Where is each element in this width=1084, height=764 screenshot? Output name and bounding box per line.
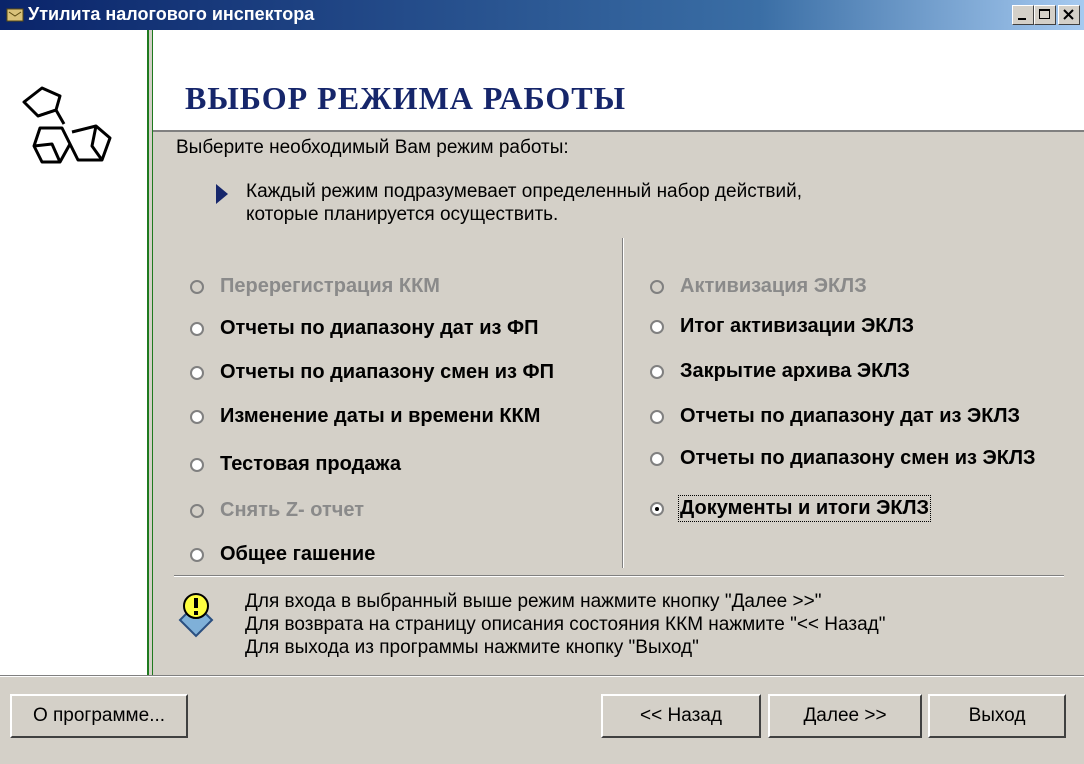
title-bar[interactable]: Утилита налогового инспектора (0, 0, 1084, 30)
radio-circle (190, 321, 204, 336)
wizard-content: ВЫБОР РЕЖИМА РАБОТЫ (0, 30, 1084, 675)
header-divider (153, 130, 1084, 132)
radio-label: Документы и итоги ЭКЛЗ (677, 495, 932, 522)
radio-label: Общее гашение (220, 543, 376, 565)
radio-circle (650, 319, 664, 334)
close-icon (1063, 9, 1074, 20)
radio-eklz-activation[interactable]: Активизация ЭКЛЗ (650, 275, 867, 298)
radio-label: Тестовая продажа (220, 453, 401, 475)
radio-eklz-archive-close[interactable]: Закрытие архива ЭКЛЗ (650, 360, 910, 383)
page-header: ВЫБОР РЕЖИМА РАБОТЫ (153, 30, 1084, 130)
instruction-text: Выберите необходимый Вам режим работы: (176, 137, 569, 158)
info-line-2: Для возврата на страницу описания состоя… (245, 614, 886, 635)
section-divider-highlight (174, 576, 1064, 577)
radio-eklz-date-reports[interactable]: Отчеты по диапазону дат из ЭКЛЗ (650, 405, 1020, 428)
minimize-button[interactable] (1012, 5, 1034, 25)
cubes-logo-icon (22, 86, 112, 164)
radio-circle (650, 279, 664, 294)
radio-circle (190, 457, 204, 472)
radio-label: Отчеты по диапазону смен из ФП (220, 361, 555, 383)
radio-label: Закрытие архива ЭКЛЗ (680, 360, 910, 382)
radio-test-sale[interactable]: Тестовая продажа (190, 453, 401, 476)
window-title: Утилита налогового инспектора (28, 4, 315, 24)
minimize-icon (1018, 18, 1026, 20)
hint-line-2: которые планируется осуществить. (246, 204, 559, 225)
radio-eklz-documents-totals[interactable]: Документы и итоги ЭКЛЗ (650, 495, 932, 522)
app-window: Утилита налогового инспектора ВЫБОР РЕЖИ… (0, 0, 1084, 764)
left-logo-panel (0, 30, 147, 675)
radio-eklz-shift-reports[interactable]: Отчеты по диапазону смен из ЭКЛЗ (650, 447, 1036, 470)
lightbulb-icon (178, 593, 214, 638)
next-button[interactable]: Далее >> (768, 694, 922, 738)
radio-total-clear[interactable]: Общее гашение (190, 543, 375, 566)
radio-circle (190, 365, 204, 380)
radio-label: Отчеты по диапазону дат из ФП (220, 317, 539, 339)
info-line-1: Для входа в выбранный выше режим нажмите… (245, 591, 822, 612)
about-button[interactable]: О программе... (10, 694, 188, 738)
radio-circle (190, 547, 204, 562)
maximize-button[interactable] (1034, 5, 1056, 25)
radio-label: Снять Z- отчет (220, 499, 365, 521)
page-title: ВЫБОР РЕЖИМА РАБОТЫ (185, 80, 627, 116)
close-button[interactable] (1058, 5, 1080, 25)
radio-fp-shift-reports[interactable]: Отчеты по диапазону смен из ФП (190, 361, 554, 384)
hint-text: Каждый режим подразумевает определенный … (246, 180, 802, 226)
radio-change-datetime[interactable]: Изменение даты и времени ККМ (190, 405, 540, 428)
radio-reregistration[interactable]: Перерегистрация ККМ (190, 275, 440, 298)
radio-eklz-activation-total[interactable]: Итог активизации ЭКЛЗ (650, 315, 914, 338)
radio-circle (190, 503, 204, 518)
arrow-right-icon (216, 184, 228, 204)
column-divider-highlight (623, 238, 624, 568)
radio-label: Отчеты по диапазону дат из ЭКЛЗ (680, 405, 1021, 427)
radio-circle (650, 451, 664, 466)
radio-label: Изменение даты и времени ККМ (220, 405, 541, 427)
info-text: Для входа в выбранный выше режим нажмите… (245, 590, 885, 659)
radio-label: Итог активизации ЭКЛЗ (680, 315, 915, 337)
info-line-3: Для выхода из программы нажмите кнопку "… (245, 637, 699, 658)
radio-z-report[interactable]: Снять Z- отчет (190, 499, 364, 522)
app-icon (6, 8, 24, 22)
radio-label: Отчеты по диапазону смен из ЭКЛЗ (680, 447, 1036, 469)
radio-label: Активизация ЭКЛЗ (680, 275, 867, 297)
radio-circle (650, 409, 664, 424)
exit-button[interactable]: Выход (928, 694, 1066, 738)
back-button[interactable]: << Назад (601, 694, 761, 738)
hint-line-1: Каждый режим подразумевает определенный … (246, 181, 802, 202)
radio-fp-date-reports[interactable]: Отчеты по диапазону дат из ФП (190, 317, 539, 340)
radio-label: Перерегистрация ККМ (220, 275, 440, 297)
panel-divider (147, 30, 149, 675)
radio-circle (650, 364, 664, 379)
radio-circle (190, 279, 204, 294)
footer-divider-highlight (0, 676, 1084, 677)
maximize-icon (1039, 9, 1050, 19)
radio-circle-checked (650, 501, 664, 516)
radio-circle (190, 409, 204, 424)
